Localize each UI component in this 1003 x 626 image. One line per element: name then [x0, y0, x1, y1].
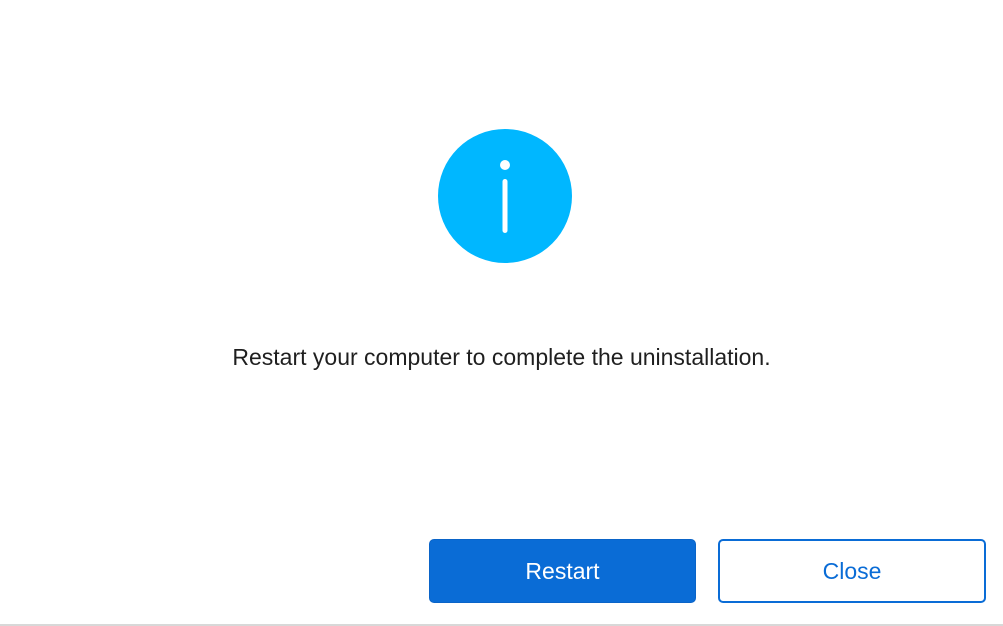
restart-button[interactable]: Restart [429, 539, 696, 603]
close-button[interactable]: Close [718, 539, 986, 603]
uninstall-complete-dialog: Restart your computer to complete the un… [0, 0, 1003, 626]
dialog-message: Restart your computer to complete the un… [232, 344, 771, 370]
info-icon [438, 129, 572, 263]
